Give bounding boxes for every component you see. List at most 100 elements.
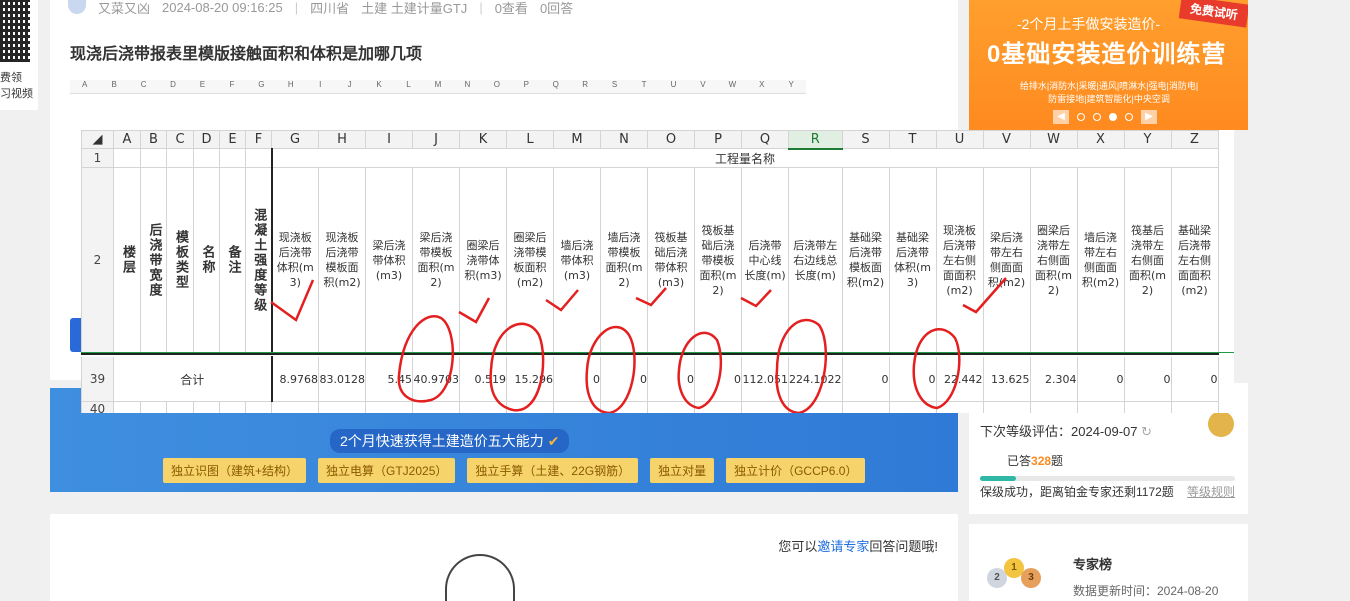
banner-course-button[interactable]: 独立识图（建筑+结构） (163, 458, 307, 483)
row-number[interactable]: 40 (81, 401, 114, 413)
column-header[interactable]: G (271, 130, 319, 149)
column-header[interactable]: K (459, 130, 507, 149)
empty-cell[interactable] (365, 401, 413, 413)
ad-carousel[interactable]: 免费试听 -2个月上手做安装造价- 0基础安装造价训练营 给排水|消防水|采暖|… (969, 0, 1248, 130)
column-header[interactable]: Q (741, 130, 789, 149)
total-value-cell[interactable]: 40.9703 (412, 356, 460, 402)
column-header[interactable]: U (935, 130, 984, 149)
header-cell[interactable]: 名称 (193, 167, 220, 355)
column-header[interactable]: D (193, 130, 220, 149)
total-value-cell[interactable]: 15.296 (506, 356, 554, 402)
header-cell[interactable]: 圈梁后浇带体积(m3) (459, 167, 507, 355)
empty-cell[interactable] (647, 401, 695, 413)
total-value-cell[interactable]: 112.051 (741, 356, 789, 402)
empty-cell[interactable] (412, 401, 460, 413)
empty-cell[interactable] (788, 401, 843, 413)
empty-cell[interactable] (113, 148, 141, 168)
header-cell[interactable]: 现浇板后浇带体积(m3) (270, 167, 319, 355)
column-header[interactable]: P (694, 130, 742, 149)
header-cell[interactable]: 楼层 (113, 167, 141, 355)
table-title[interactable]: 工程量名称 (270, 148, 1219, 168)
empty-cell[interactable] (888, 401, 937, 413)
header-cell[interactable]: 墙后浇带左右侧面面积(m2) (1076, 167, 1125, 355)
column-header[interactable]: J (412, 130, 460, 149)
header-cell[interactable]: 现浇板后浇带模板面积(m2) (318, 167, 366, 355)
column-header[interactable]: S (841, 130, 890, 149)
left-promo-strip[interactable]: 费领 习视频 (0, 0, 38, 110)
empty-cell[interactable] (245, 401, 272, 413)
banner-course-button[interactable]: 独立手算（土建、22G钢筋） (467, 458, 639, 483)
tags[interactable]: 土建 土建计量GTJ (361, 0, 467, 17)
header-cell[interactable]: 基础梁后浇带模板面积(m2) (841, 167, 890, 355)
empty-cell[interactable] (1123, 401, 1172, 413)
header-cell[interactable]: 后浇带中心线长度(m) (741, 167, 789, 355)
empty-cell[interactable] (600, 401, 648, 413)
column-header[interactable]: M (553, 130, 601, 149)
total-value-cell[interactable]: 224.1022 (788, 356, 843, 402)
column-header[interactable]: T (888, 130, 937, 149)
column-header[interactable]: X (1076, 130, 1125, 149)
author-name[interactable]: 又菜又凶 (98, 0, 150, 17)
carousel-dot[interactable] (1077, 113, 1085, 121)
empty-cell[interactable] (982, 401, 1031, 413)
total-value-cell[interactable]: 0 (1076, 356, 1125, 402)
empty-cell[interactable] (694, 401, 742, 413)
empty-cell[interactable] (140, 148, 167, 168)
empty-cell[interactable] (271, 401, 319, 413)
next-arrow-icon[interactable]: ▶ (1141, 110, 1157, 124)
header-cell[interactable]: 梁后浇带左右侧面面积(m2) (982, 167, 1031, 355)
empty-cell[interactable] (318, 401, 366, 413)
column-header[interactable]: I (365, 130, 413, 149)
column-header[interactable]: W (1029, 130, 1078, 149)
header-cell[interactable]: 筏基后浇带左右侧面面积(m2) (1123, 167, 1172, 355)
column-header[interactable]: N (600, 130, 648, 149)
header-cell[interactable]: 现浇板后浇带左右侧面面积(m2) (935, 167, 984, 355)
empty-cell[interactable] (935, 401, 984, 413)
banner-course-button[interactable]: 独立计价（GCCP6.0） (726, 458, 866, 483)
column-header[interactable]: V (982, 130, 1031, 149)
header-cell[interactable]: 墙后浇带体积(m3) (553, 167, 601, 355)
expert-ranking-card[interactable]: 2 1 3 专家榜 数据更新时间：2024-08-20 (969, 524, 1248, 601)
total-value-cell[interactable]: 0 (888, 356, 937, 402)
invite-expert-link[interactable]: 邀请专家 (817, 539, 869, 554)
empty-cell[interactable] (1076, 401, 1125, 413)
row-number[interactable]: 1 (81, 148, 114, 168)
empty-cell[interactable] (219, 401, 246, 413)
carousel-dot-active[interactable] (1109, 113, 1117, 121)
carousel-dot[interactable] (1093, 113, 1101, 121)
empty-cell[interactable] (166, 148, 194, 168)
header-cell[interactable]: 筏板基础后浇带体积(m3) (647, 167, 695, 355)
header-cell[interactable]: 梁后浇带体积(m3) (365, 167, 413, 355)
column-header[interactable]: E (219, 130, 246, 149)
column-header[interactable]: L (506, 130, 554, 149)
total-value-cell[interactable]: 22.442 (935, 356, 984, 402)
empty-cell[interactable] (166, 401, 194, 413)
total-value-cell[interactable]: 0.519 (459, 356, 507, 402)
total-value-cell[interactable]: 13.625 (982, 356, 1031, 402)
total-value-cell[interactable]: 0 (1170, 356, 1219, 402)
level-rules-link[interactable]: 等级规则 (1187, 483, 1235, 500)
header-cell[interactable]: 模板类型 (166, 167, 194, 355)
empty-cell[interactable] (1029, 401, 1078, 413)
empty-cell[interactable] (193, 148, 220, 168)
total-value-cell[interactable]: 83.0128 (318, 356, 366, 402)
total-value-cell[interactable]: 5.45 (365, 356, 413, 402)
column-header[interactable]: R (788, 130, 843, 150)
column-header[interactable]: O (647, 130, 695, 149)
row-number[interactable]: 2 (81, 167, 114, 355)
empty-cell[interactable] (193, 401, 220, 413)
header-cell[interactable]: 基础梁后浇带左右侧面面积(m2) (1170, 167, 1219, 355)
header-cell[interactable]: 基础梁后浇带体积(m3) (888, 167, 937, 355)
total-value-cell[interactable]: 8.9768 (270, 356, 319, 402)
total-value-cell[interactable]: 0 (694, 356, 742, 402)
empty-cell[interactable] (113, 401, 141, 413)
banner-course-button[interactable]: 独立电算（GTJ2025） (318, 458, 456, 483)
total-value-cell[interactable]: 0 (1123, 356, 1172, 402)
prev-arrow-icon[interactable]: ◀ (1053, 110, 1069, 124)
column-header[interactable]: Z (1170, 130, 1219, 149)
column-header[interactable]: Y (1123, 130, 1172, 149)
empty-cell[interactable] (140, 401, 167, 413)
column-header[interactable]: A (113, 130, 141, 149)
select-all-corner[interactable]: ◢ (81, 130, 114, 149)
empty-cell[interactable] (1170, 401, 1219, 413)
